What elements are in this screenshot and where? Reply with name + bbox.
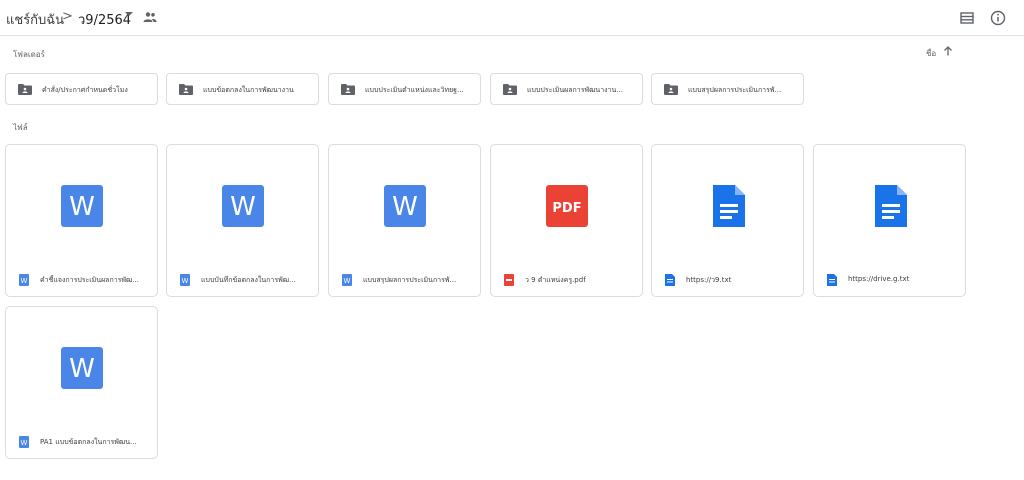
svg-text:W: W	[344, 277, 351, 285]
folder-item[interactable]: แบบประเมินตำแหน่งและวิทยฐ...	[328, 73, 481, 105]
file-card[interactable]: https://ว9.txt	[651, 144, 804, 297]
file-name: แบบบันทึกข้อตกลงในการพัฒ...	[201, 276, 296, 284]
list-view-icon[interactable]	[958, 9, 976, 27]
shared-folder-icon	[179, 84, 193, 95]
file-card[interactable]: W W แบบบันทึกข้อตกลงในการพัฒ...	[166, 144, 319, 297]
doc-file-icon	[827, 274, 837, 286]
folders-section-label: โฟลเดอร์	[13, 50, 45, 59]
svg-text:W: W	[21, 439, 28, 447]
arrow-up-icon[interactable]	[942, 45, 954, 57]
folder-name: แบบประเมินตำแหน่งและวิทยฐ...	[365, 86, 464, 94]
file-name: https://ว9.txt	[686, 276, 732, 284]
file-card[interactable]: W W PA1 แบบข้อตกลงในการพัฒน...	[5, 306, 158, 459]
folder-name: แบบสรุปผลการประเมินการพั...	[688, 86, 782, 94]
word-file-icon: W	[19, 436, 29, 448]
word-file-icon: W	[342, 274, 352, 286]
pdf-file-icon	[504, 274, 514, 286]
file-card[interactable]: https://drive.g.txt	[813, 144, 966, 297]
shared-folder-icon	[664, 84, 678, 95]
file-card[interactable]: W W แบบสรุปผลการประเมินการพั...	[328, 144, 481, 297]
folder-item[interactable]: คำสั่ง/ประกาศกำหนดชั่วโมง	[5, 73, 158, 105]
shared-folder-icon	[341, 84, 355, 95]
breadcrumb-root[interactable]: แชร์กับฉัน	[6, 9, 64, 30]
file-preview: W	[329, 145, 480, 263]
folder-item[interactable]: แบบสรุปผลการประเมินการพั...	[651, 73, 804, 105]
pdf-icon-label: PDF	[552, 201, 581, 216]
shared-folder-icon	[18, 84, 32, 95]
doc-file-icon	[665, 274, 675, 286]
top-bar: แชร์กับฉัน > ว9/2564	[0, 0, 1024, 36]
folder-name: แบบประเมินผลการพัฒนางาน...	[527, 86, 623, 94]
file-preview	[814, 145, 965, 263]
svg-text:W: W	[182, 277, 189, 285]
folder-item[interactable]: แบบประเมินผลการพัฒนางาน...	[490, 73, 643, 105]
word-icon-letter: W	[392, 192, 418, 222]
shared-folder-icon	[503, 84, 517, 95]
word-document-icon: W	[61, 185, 103, 227]
file-name: PA1 แบบข้อตกลงในการพัฒน...	[40, 438, 137, 446]
folder-name: คำสั่ง/ประกาศกำหนดชั่วโมง	[42, 86, 128, 94]
people-icon	[143, 12, 157, 22]
folder-name: แบบข้อตกลงในการพัฒนางาน	[203, 86, 294, 94]
word-icon-letter: W	[69, 354, 95, 384]
file-card[interactable]: W W คำชี้แจงการประเมินผลการพัฒ...	[5, 144, 158, 297]
word-icon-letter: W	[230, 192, 256, 222]
file-preview: PDF	[491, 145, 642, 263]
file-name: ว 9 ตำแหน่งครู.pdf	[525, 276, 586, 284]
text-document-icon	[713, 185, 745, 227]
svg-text:W: W	[21, 277, 28, 285]
file-name: https://drive.g.txt	[848, 275, 910, 283]
file-preview: W	[6, 145, 157, 263]
breadcrumb-separator: >	[62, 9, 73, 24]
file-name: คำชี้แจงการประเมินผลการพัฒ...	[40, 276, 140, 284]
chevron-down-icon[interactable]	[125, 12, 133, 16]
file-preview: W	[6, 307, 157, 425]
word-icon-letter: W	[69, 192, 95, 222]
info-icon[interactable]	[989, 9, 1007, 27]
sort-by-name-label[interactable]: ชื่อ	[926, 47, 936, 60]
word-file-icon: W	[19, 274, 29, 286]
word-document-icon: W	[384, 185, 426, 227]
word-file-icon: W	[180, 274, 190, 286]
word-document-icon: W	[61, 347, 103, 389]
folder-item[interactable]: แบบข้อตกลงในการพัฒนางาน	[166, 73, 319, 105]
file-card[interactable]: PDF ว 9 ตำแหน่งครู.pdf	[490, 144, 643, 297]
pdf-document-icon: PDF	[546, 185, 588, 227]
file-preview: W	[167, 145, 318, 263]
breadcrumb-current-folder[interactable]: ว9/2564	[78, 9, 131, 30]
file-name: แบบสรุปผลการประเมินการพั...	[363, 276, 457, 284]
word-document-icon: W	[222, 185, 264, 227]
text-document-icon	[875, 185, 907, 227]
file-preview	[652, 145, 803, 263]
files-section-label: ไฟล์	[13, 123, 28, 132]
